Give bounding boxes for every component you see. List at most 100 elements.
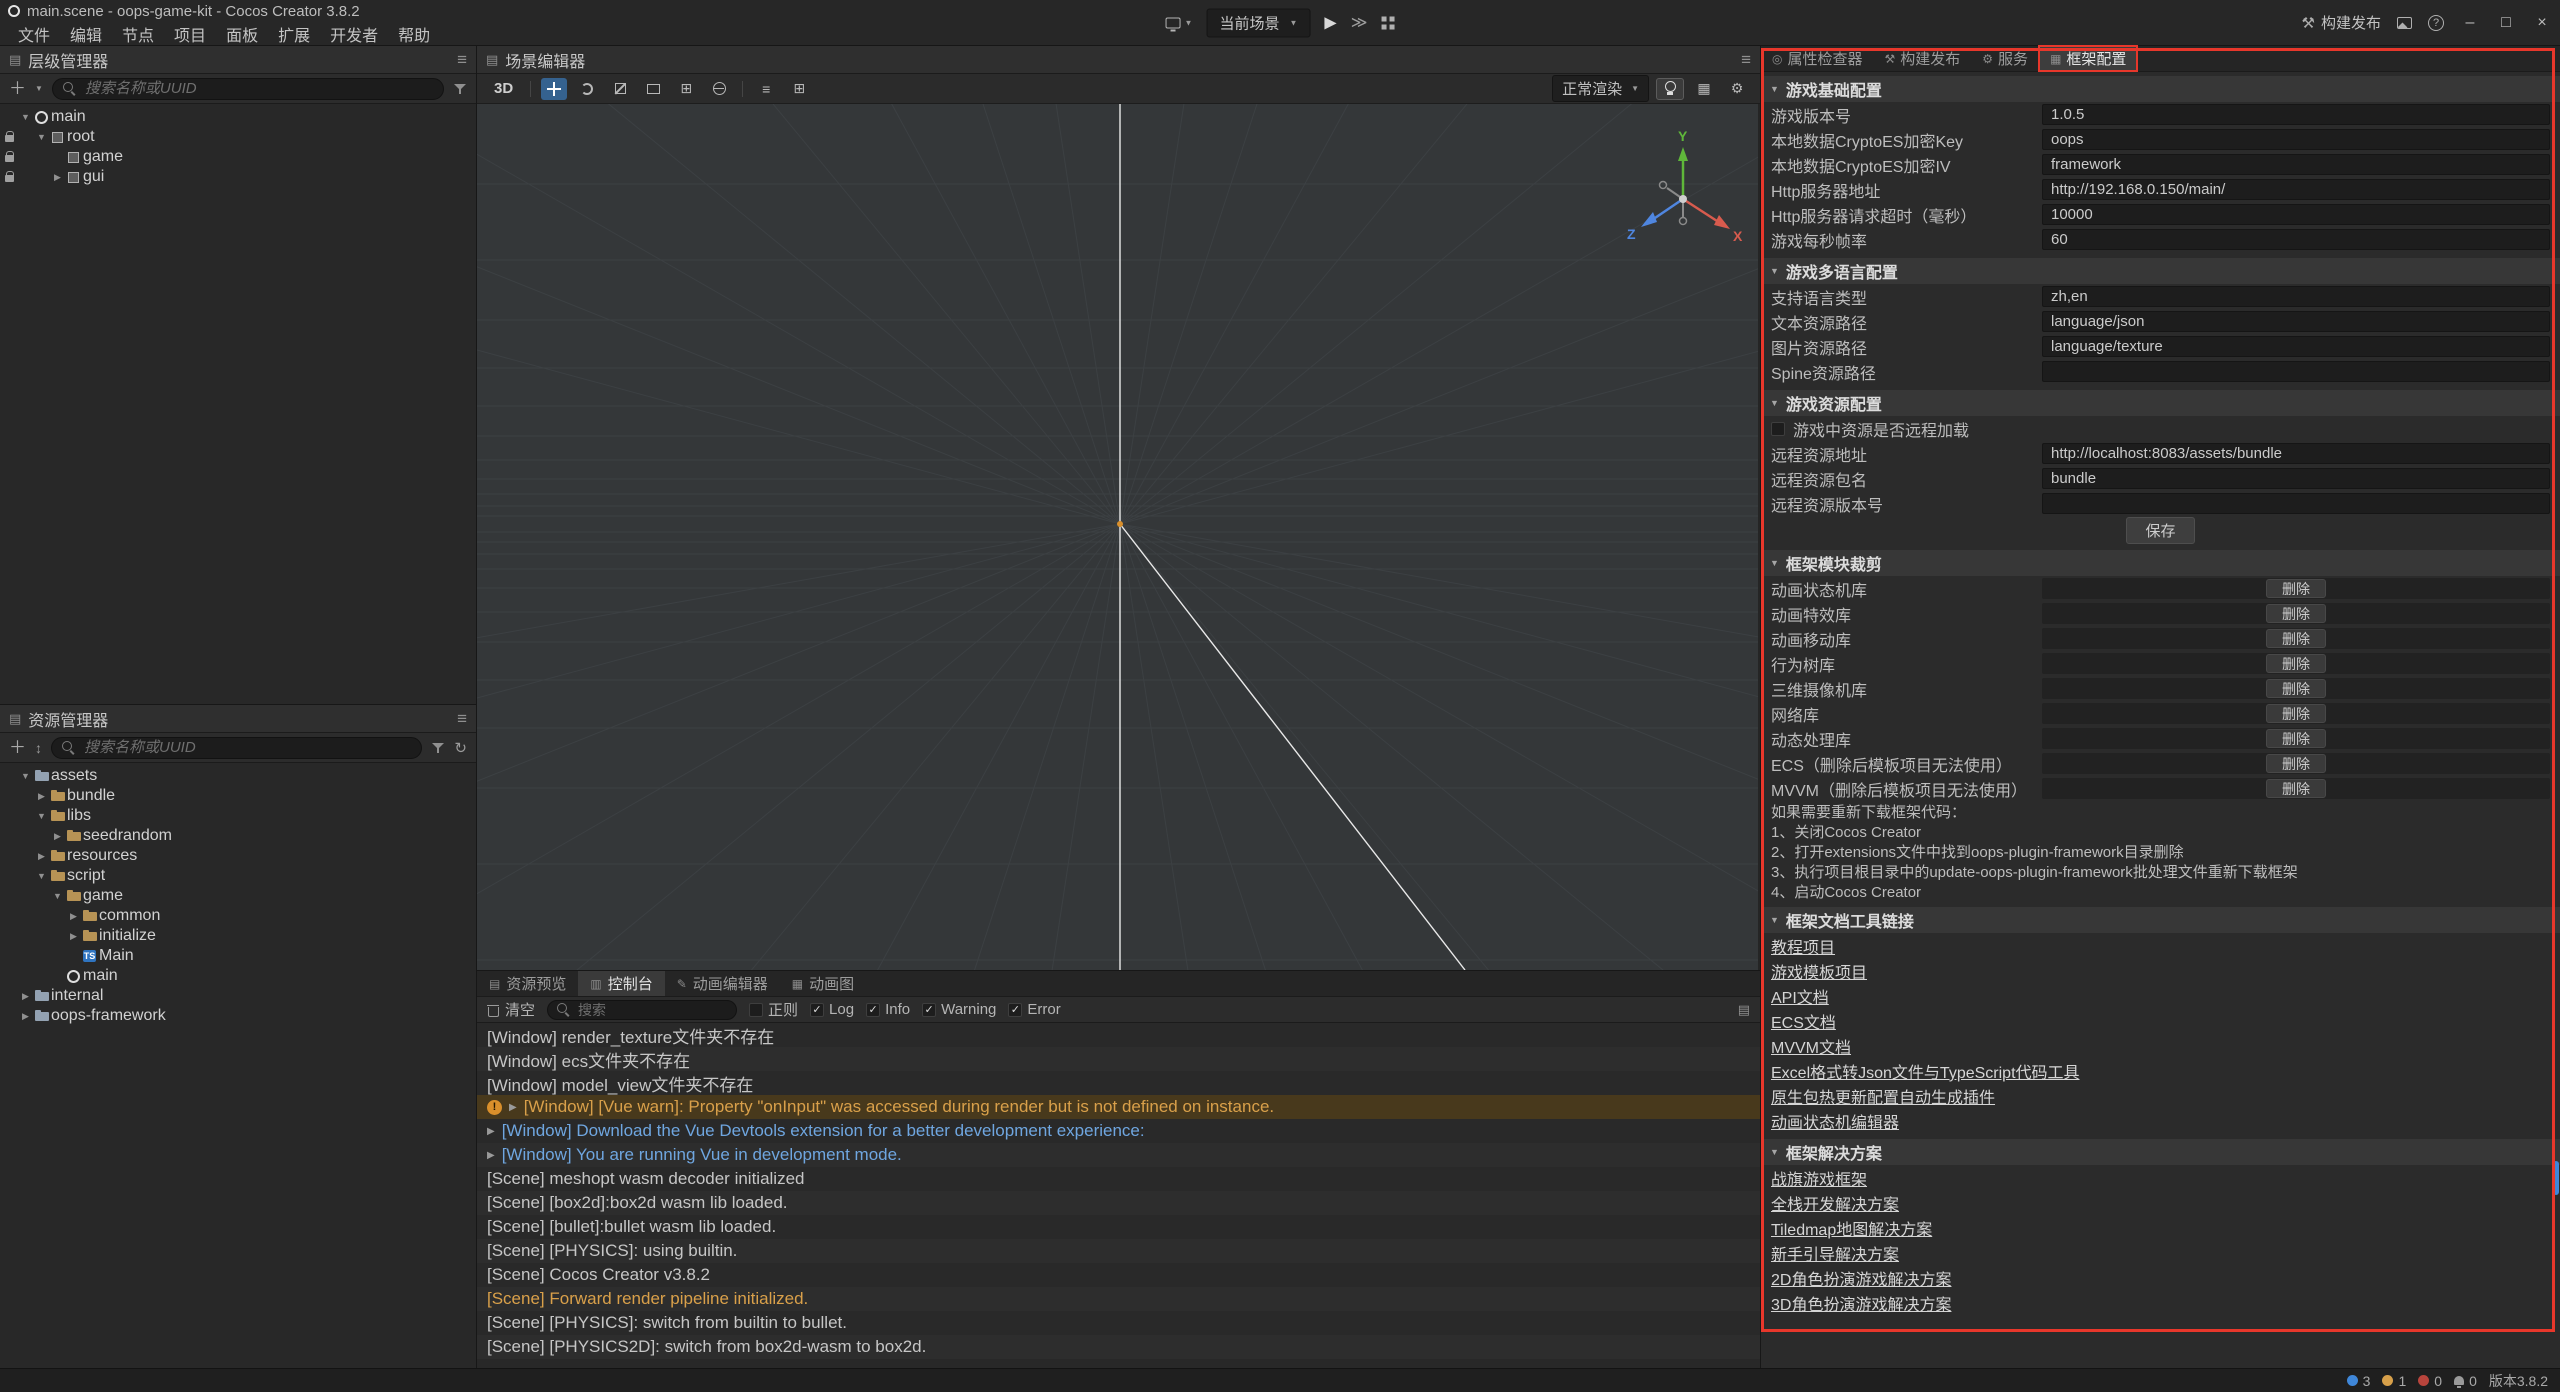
log-row[interactable]: [Window] You are running Vue in developm…	[477, 1143, 1760, 1167]
tree-row[interactable]: gui	[0, 167, 476, 187]
move-tool-button[interactable]	[541, 78, 567, 100]
expand-arrow-icon[interactable]	[50, 831, 65, 842]
section-header-solutions[interactable]: ▼ 框架解决方案	[1761, 1139, 2560, 1165]
rect-tool-button[interactable]	[640, 78, 666, 100]
section-header-modules[interactable]: ▼ 框架模块裁剪	[1761, 550, 2560, 576]
delete-module-button[interactable]: 删除	[2266, 779, 2326, 798]
expand-arrow-icon[interactable]	[18, 771, 33, 781]
menu-item[interactable]: 扩展	[268, 22, 320, 46]
field-input[interactable]: http://192.168.0.150/main/	[2042, 179, 2550, 200]
console-tab[interactable]: ▥ 控制台	[578, 971, 664, 996]
log-filter-checkbox[interactable]: Warning	[922, 1001, 996, 1018]
minimize-button[interactable]: –	[2460, 14, 2480, 32]
log-row[interactable]: [Window] Download the Vue Devtools exten…	[477, 1119, 1760, 1143]
console-tab[interactable]: ▤ 资源预览	[477, 971, 578, 996]
section-header-docs[interactable]: ▼ 框架文档工具链接	[1761, 907, 2560, 933]
tree-row[interactable]: initialize	[0, 926, 476, 946]
console-export-icon[interactable]: ▤	[1738, 1002, 1750, 1018]
remote-load-checkbox[interactable]	[1771, 422, 1785, 436]
menu-item[interactable]: 编辑	[60, 22, 112, 46]
console-search[interactable]	[547, 1000, 737, 1020]
expand-arrow-icon[interactable]	[487, 1150, 495, 1161]
delete-module-button[interactable]: 删除	[2266, 754, 2326, 773]
log-row[interactable]: [Scene] [bullet]:bullet wasm lib loaded.	[477, 1215, 1760, 1239]
scene-viewport[interactable]: Y X Z	[477, 104, 1758, 970]
expand-arrow-icon[interactable]	[34, 132, 49, 142]
assets-search-input[interactable]	[82, 738, 411, 757]
log-row[interactable]: [Scene] Cocos Creator v3.8.2	[477, 1263, 1760, 1287]
notification-count[interactable]: 0	[2454, 1373, 2477, 1389]
step-button[interactable]: ≫	[1351, 13, 1368, 33]
log-row[interactable]: [Scene] [PHYSICS2D]: switch from box2d-w…	[477, 1335, 1760, 1359]
layout-button[interactable]	[1381, 16, 1394, 29]
render-mode-select[interactable]: 正常渲染▼	[1552, 75, 1649, 102]
log-filter-checkbox[interactable]: Error	[1008, 1001, 1060, 1018]
transform-tool-button[interactable]: ⊞	[673, 78, 699, 100]
tree-row[interactable]: common	[0, 906, 476, 926]
solution-link[interactable]: 2D角色扮演游戏解决方案	[1771, 1266, 1951, 1290]
menu-item[interactable]: 节点	[112, 22, 164, 46]
field-input[interactable]: 10000	[2042, 204, 2550, 225]
panel-menu-icon[interactable]: ≡	[457, 709, 467, 729]
scrollbar-thumb[interactable]	[2553, 1161, 2559, 1195]
doc-link[interactable]: ECS文档	[1771, 1009, 1836, 1033]
menu-item[interactable]: 面板	[216, 22, 268, 46]
delete-module-button[interactable]: 删除	[2266, 604, 2326, 623]
tree-row[interactable]: resources	[0, 846, 476, 866]
field-input[interactable]: bundle	[2042, 468, 2550, 489]
doc-link[interactable]: 教程项目	[1771, 934, 1835, 958]
solution-link[interactable]: Tiledmap地图解决方案	[1771, 1216, 1932, 1240]
expand-arrow-icon[interactable]	[509, 1102, 517, 1113]
world-local-toggle[interactable]	[706, 78, 732, 100]
tree-row[interactable]: seedrandom	[0, 826, 476, 846]
log-row[interactable]: [Scene] [PHYSICS]: using builtin.	[477, 1239, 1760, 1263]
maximize-button[interactable]: □	[2496, 14, 2516, 32]
tree-row[interactable]: main	[0, 966, 476, 986]
log-count[interactable]: 3	[2347, 1373, 2371, 1389]
field-input[interactable]: framework	[2042, 154, 2550, 175]
menu-item[interactable]: 开发者	[320, 22, 388, 46]
expand-arrow-icon[interactable]	[50, 172, 65, 183]
field-input[interactable]: zh,en	[2042, 286, 2550, 307]
inspector-tab[interactable]: ⚙ 服务	[1971, 46, 2039, 71]
panel-menu-icon[interactable]: ≡	[1741, 50, 1751, 70]
panel-menu-icon[interactable]: ≡	[457, 50, 467, 70]
filter-icon[interactable]	[431, 741, 445, 755]
console-tab[interactable]: ✎ 动画编辑器	[665, 971, 780, 996]
add-node-button[interactable]: ＋	[9, 80, 26, 97]
expand-arrow-icon[interactable]	[18, 991, 33, 1002]
scene-select[interactable]: 当前场景▼	[1206, 8, 1310, 37]
section-header-resources[interactable]: ▼ 游戏资源配置	[1761, 390, 2560, 416]
tree-row[interactable]: game	[0, 147, 476, 167]
view-grid-button[interactable]: ▦	[1691, 78, 1717, 100]
play-button[interactable]: ▶	[1324, 13, 1336, 33]
tree-row[interactable]: script	[0, 866, 476, 886]
log-row[interactable]: [Scene] Forward render pipeline initiali…	[477, 1287, 1760, 1311]
scene-settings-button[interactable]: ⚙	[1724, 78, 1750, 100]
hierarchy-search[interactable]	[52, 78, 444, 100]
log-row[interactable]: [Window] ecs文件夹不存在	[477, 1047, 1760, 1071]
menu-item[interactable]: 文件	[8, 22, 60, 46]
log-row[interactable]: [Scene] [PHYSICS]: switch from builtin t…	[477, 1311, 1760, 1335]
log-filter-checkbox[interactable]: Info	[866, 1001, 910, 1018]
tree-row[interactable]: Main	[0, 946, 476, 966]
doc-link[interactable]: 原生包热更新配置自动生成插件	[1771, 1084, 1995, 1108]
refresh-icon[interactable]: ↻	[454, 739, 467, 757]
field-input[interactable]: oops	[2042, 129, 2550, 150]
doc-link[interactable]: MVVM文档	[1771, 1034, 1851, 1058]
rotate-tool-button[interactable]	[574, 78, 600, 100]
expand-arrow-icon[interactable]	[18, 1011, 33, 1022]
close-button[interactable]: ×	[2532, 14, 2552, 32]
delete-module-button[interactable]: 删除	[2266, 654, 2326, 673]
preview-device-button[interactable]: ▼	[1166, 17, 1193, 28]
add-asset-button[interactable]: ＋	[9, 739, 26, 756]
expand-arrow-icon[interactable]	[18, 112, 33, 122]
menu-item[interactable]: 项目	[164, 22, 216, 46]
solution-link[interactable]: 3D角色扮演游戏解决方案	[1771, 1291, 1951, 1315]
tree-row[interactable]: oops-framework	[0, 1006, 476, 1026]
doc-link[interactable]: API文档	[1771, 984, 1829, 1008]
delete-module-button[interactable]: 删除	[2266, 629, 2326, 648]
doc-link[interactable]: 游戏模板项目	[1771, 959, 1867, 983]
solution-link[interactable]: 新手引导解决方案	[1771, 1241, 1899, 1265]
section-header-basic[interactable]: ▼ 游戏基础配置	[1761, 76, 2560, 102]
